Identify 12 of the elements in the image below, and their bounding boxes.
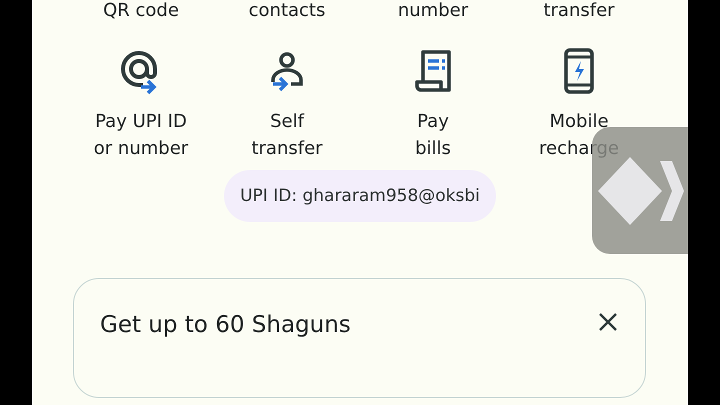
action-label[interactable]: Pay bills <box>415 108 451 162</box>
action-label: transfer <box>543 0 615 22</box>
promo-title: Get up to 60 Shaguns <box>100 311 351 340</box>
diamond-chevron-icon <box>598 156 684 224</box>
upi-id-chip[interactable]: UPI ID: ghararam958@oksbi <box>224 170 496 222</box>
action-label[interactable]: Pay UPI ID or number <box>94 108 188 162</box>
close-icon <box>598 312 618 332</box>
close-button[interactable] <box>597 311 619 333</box>
action-label: contacts <box>248 0 326 22</box>
action-label: QR code <box>103 0 179 22</box>
action-label: number <box>398 0 468 22</box>
action-label[interactable]: Self transfer <box>251 108 323 162</box>
